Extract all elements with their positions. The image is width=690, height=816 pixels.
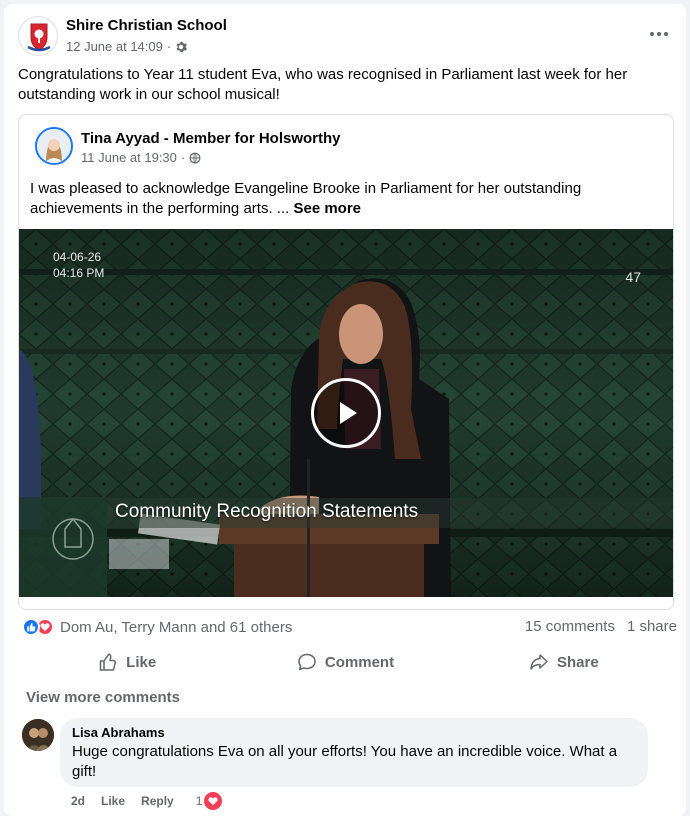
commenter-avatar[interactable] (22, 719, 54, 751)
more-dot (664, 32, 668, 36)
share-arrow-icon (530, 654, 548, 670)
meta-separator: · (166, 39, 172, 54)
see-more-link[interactable]: See more (293, 200, 361, 217)
comment-reply-button[interactable]: Reply (141, 794, 174, 808)
video-player[interactable]: 04-06-26 04:16 PM 47 Community Recogniti… (19, 229, 673, 597)
reactors-text[interactable]: Dom Au, Terry Mann and 61 others (60, 619, 292, 636)
channel-number: 47 (625, 269, 641, 285)
post-timestamp[interactable]: 12 June at 14:09 (66, 39, 163, 54)
engagement-stats: Dom Au, Terry Mann and 61 others 15 comm… (22, 618, 677, 638)
more-dot (650, 32, 654, 36)
shared-meta: 11 June at 19:30 · (81, 150, 201, 165)
gear-icon (176, 41, 188, 52)
mp-avatar[interactable] (35, 127, 73, 165)
more-dot (657, 32, 661, 36)
comment-bubble: Lisa Abrahams Huge congratulations Eva o… (60, 718, 648, 787)
commenter-name[interactable]: Lisa Abrahams (72, 725, 636, 740)
post-author[interactable]: Shire Christian School (66, 17, 227, 34)
comment-button[interactable]: Comment (236, 646, 454, 678)
thumbs-up-icon (99, 653, 117, 671)
comments-count[interactable]: 15 comments (525, 618, 615, 635)
shared-post[interactable]: Tina Ayyad - Member for Holsworthy 11 Ju… (18, 114, 674, 610)
post-text: Congratulations to Year 11 student Eva, … (18, 66, 628, 103)
shared-author[interactable]: Tina Ayyad - Member for Holsworthy (81, 130, 341, 147)
comment-like-button[interactable]: Like (101, 794, 125, 808)
school-avatar[interactable] (18, 16, 58, 56)
shared-post-header: Tina Ayyad - Member for Holsworthy 11 Ju… (35, 127, 635, 167)
video-date: 04-06-26 (53, 250, 102, 264)
comment-reactions[interactable]: 1 (196, 792, 223, 810)
person-photo-icon (22, 719, 54, 751)
comment-bubble-icon (298, 653, 316, 671)
shared-text: I was pleased to acknowledge Evangeline … (30, 179, 650, 218)
shared-timestamp[interactable]: 11 June at 19:30 (81, 150, 177, 165)
post-card: Shire Christian School 12 June at 14:09 … (4, 4, 686, 816)
video-caption: Community Recognition Statements (115, 501, 419, 522)
like-label: Like (126, 653, 157, 671)
post-meta: 12 June at 14:09 · (66, 39, 188, 54)
comment-age[interactable]: 2d (71, 794, 85, 808)
globe-icon (189, 152, 201, 163)
like-reaction-icon (22, 618, 40, 636)
comment-reaction-count: 1 (195, 794, 203, 808)
more-options-button[interactable] (645, 24, 673, 44)
person-photo-icon (37, 129, 71, 163)
meta-separator: · (180, 150, 186, 165)
comment-label: Comment (324, 653, 395, 671)
reactions-summary[interactable]: Dom Au, Terry Mann and 61 others (22, 618, 292, 636)
like-button[interactable]: Like (18, 646, 236, 678)
post-header: Shire Christian School 12 June at 14:09 … (18, 14, 673, 60)
school-crest-icon (27, 23, 51, 52)
play-icon (340, 402, 357, 424)
action-bar: Like Comment Share (18, 646, 673, 678)
comment-footer: 2d Like Reply 1 (71, 792, 223, 810)
video-timestamp: 04-06-26 04:16 PM (53, 249, 104, 281)
video-time: 04:16 PM (53, 266, 105, 280)
share-button[interactable]: Share (455, 646, 673, 678)
counts: 15 comments 1 share (525, 618, 677, 635)
comment-text: Huge congratulations Eva on all your eff… (72, 743, 618, 780)
shares-count[interactable]: 1 share (627, 618, 677, 635)
share-label: Share (556, 653, 599, 671)
heart-icon (204, 792, 223, 810)
view-more-comments-link[interactable]: View more comments (26, 689, 180, 706)
play-button[interactable] (311, 378, 381, 448)
